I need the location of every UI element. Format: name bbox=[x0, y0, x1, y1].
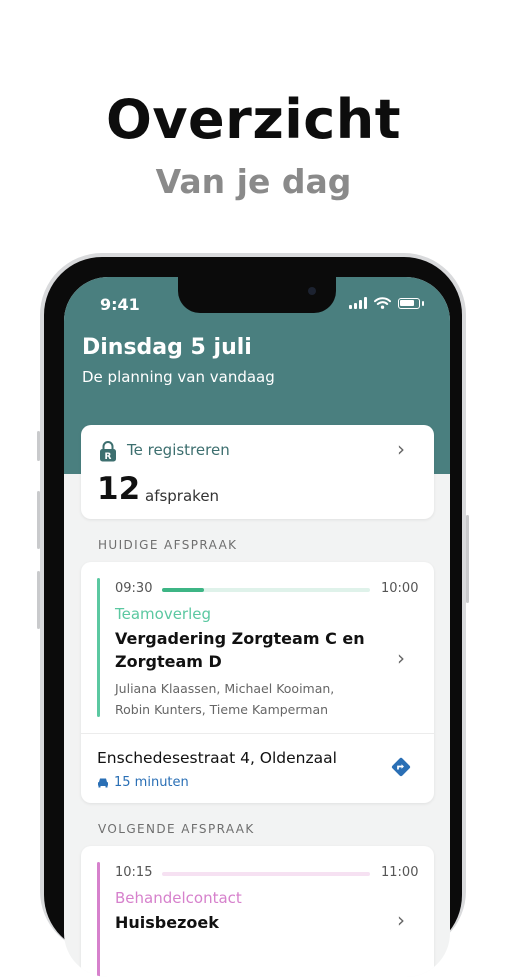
next-start-time: 10:15 bbox=[115, 865, 153, 880]
directions-icon[interactable] bbox=[390, 756, 412, 778]
chevron-right-icon: › bbox=[397, 908, 405, 932]
wifi-icon bbox=[374, 297, 391, 309]
notch bbox=[178, 277, 336, 313]
next-accent-bar bbox=[97, 862, 100, 977]
page-subtitle: De planning van vandaag bbox=[82, 368, 275, 386]
current-category: Teamoverleg bbox=[115, 605, 212, 623]
car-icon bbox=[98, 778, 108, 788]
divider bbox=[81, 733, 434, 734]
next-title-line1: Huisbezoek bbox=[115, 913, 219, 932]
current-accent-bar bbox=[97, 578, 100, 717]
current-appointment-card[interactable]: 09:30 10:00 Teamoverleg Vergadering Zorg… bbox=[81, 562, 434, 803]
signal-icon bbox=[349, 297, 367, 309]
chevron-right-icon: › bbox=[397, 437, 405, 461]
camera-icon bbox=[308, 287, 316, 295]
hero-title: Overzicht bbox=[105, 88, 402, 151]
travel-time-label: 15 minuten bbox=[114, 775, 189, 790]
volume-down-button bbox=[37, 571, 40, 629]
app-screen: 9:41 Dinsdag 5 juli De planning van vand… bbox=[64, 277, 450, 977]
status-time: 9:41 bbox=[100, 295, 140, 314]
next-category: Behandelcontact bbox=[115, 889, 242, 907]
lock-r-icon: R bbox=[100, 441, 116, 462]
svg-text:R: R bbox=[105, 452, 112, 462]
next-progress-track bbox=[162, 872, 370, 876]
register-count: 12 bbox=[97, 471, 141, 507]
volume-up-button bbox=[37, 491, 40, 549]
phone-frame: 9:41 Dinsdag 5 juli De planning van vand… bbox=[44, 257, 462, 977]
hero-subtitle: Van je dag bbox=[155, 162, 352, 201]
phone-mockup: 9:41 Dinsdag 5 juli De planning van vand… bbox=[37, 253, 469, 977]
next-end-time: 11:00 bbox=[381, 865, 419, 880]
current-title-line2: Zorgteam D bbox=[115, 652, 222, 671]
travel-time: 15 minuten bbox=[97, 775, 189, 790]
next-appointment-card[interactable]: 10:15 11:00 Behandelcontact Huisbezoek › bbox=[81, 846, 434, 977]
current-progress-fill bbox=[162, 588, 204, 592]
mute-switch bbox=[37, 431, 40, 461]
register-card[interactable]: R Te registreren › 12 afspraken bbox=[81, 425, 434, 519]
section-label-current: HUIDIGE AFSPRAAK bbox=[98, 538, 238, 552]
current-title-line1: Vergadering Zorgteam C en bbox=[115, 629, 365, 648]
current-people-line1: Juliana Klaassen, Michael Kooiman, bbox=[115, 681, 335, 696]
current-people-line2: Robin Kunters, Tieme Kamperman bbox=[115, 702, 329, 717]
battery-icon bbox=[398, 298, 420, 309]
battery-tip bbox=[422, 301, 424, 306]
current-progress-track bbox=[162, 588, 370, 592]
register-unit: afspraken bbox=[145, 487, 220, 505]
chevron-right-icon: › bbox=[397, 646, 405, 670]
section-label-next: VOLGENDE AFSPRAAK bbox=[98, 822, 255, 836]
page-title: Dinsdag 5 juli bbox=[82, 335, 252, 360]
current-address: Enschedesestraat 4, Oldenzaal bbox=[97, 749, 337, 767]
current-end-time: 10:00 bbox=[381, 581, 419, 596]
status-icons bbox=[349, 297, 424, 309]
register-label: Te registreren bbox=[127, 441, 230, 459]
current-start-time: 09:30 bbox=[115, 581, 153, 596]
power-button bbox=[466, 515, 469, 603]
